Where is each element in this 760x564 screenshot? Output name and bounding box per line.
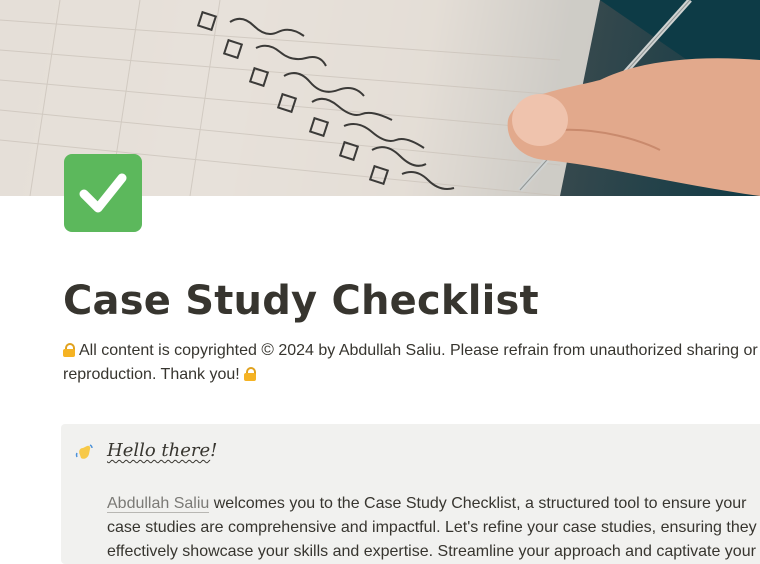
waving-hand-icon bbox=[75, 444, 93, 459]
author-link[interactable]: Abdullah Saliu bbox=[107, 495, 210, 513]
callout-title-text: Hello there bbox=[107, 440, 211, 461]
callout-title: Hello there! bbox=[107, 440, 217, 461]
copyright-symbol: © bbox=[261, 340, 274, 359]
lock-icon bbox=[244, 367, 257, 381]
lock-icon bbox=[63, 343, 75, 357]
check-mark-button-icon[interactable] bbox=[64, 154, 142, 232]
copyright-notice: All content is copyrighted © 2024 by Abd… bbox=[63, 338, 760, 387]
welcome-callout: Hello there! Abdullah Saliu welcomes you… bbox=[61, 424, 760, 564]
notice-prefix: All content is copyrighted bbox=[79, 342, 257, 359]
callout-title-punct: ! bbox=[210, 440, 218, 461]
callout-body: Abdullah Saliu welcomes you to the Case … bbox=[107, 492, 757, 564]
page-title: Case Study Checklist bbox=[63, 278, 539, 324]
